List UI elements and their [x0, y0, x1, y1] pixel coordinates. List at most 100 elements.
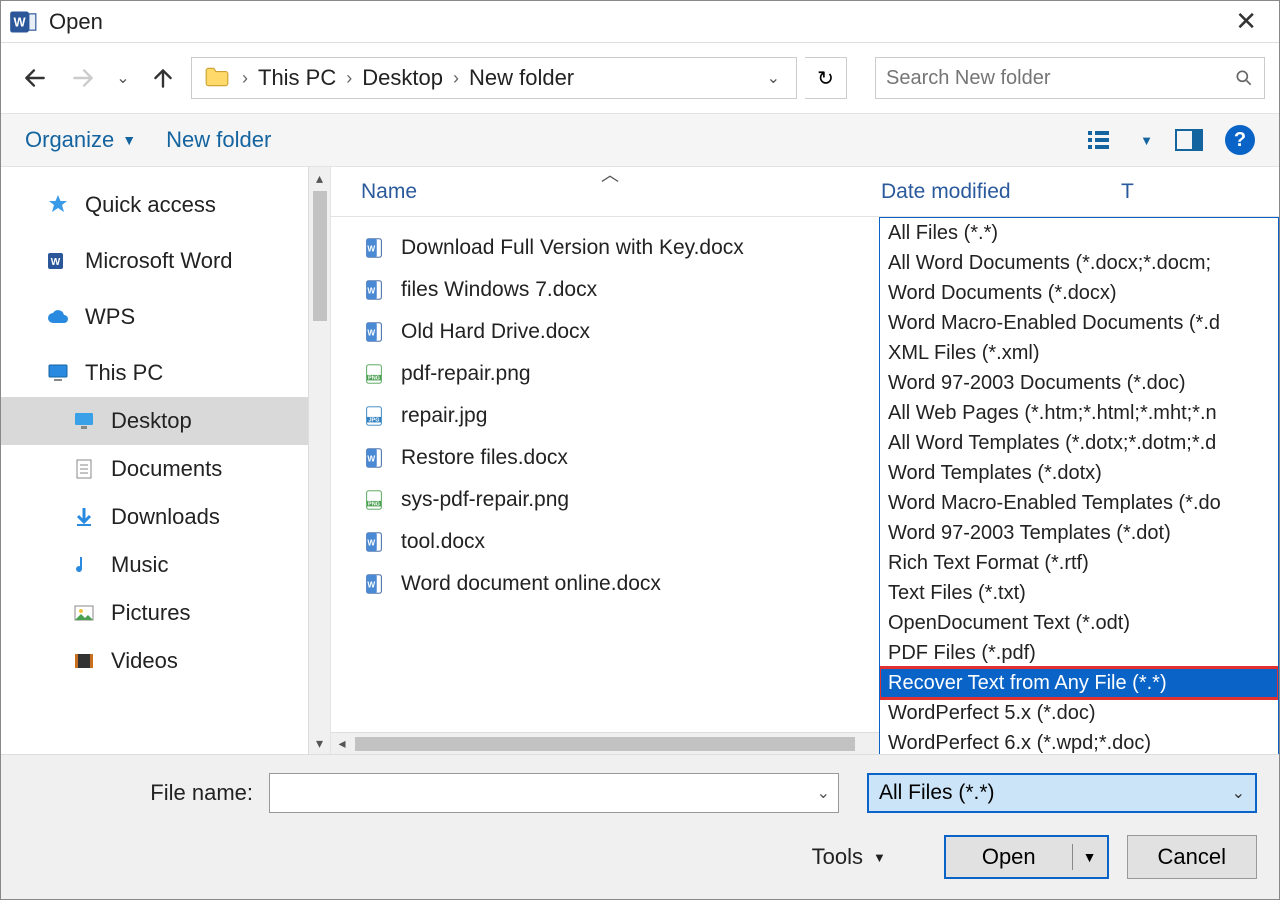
column-headers: ︿ Name Date modified T	[331, 167, 1279, 217]
down-icon	[71, 504, 97, 530]
sidebar-item-videos[interactable]: Videos	[1, 637, 330, 685]
column-date[interactable]: Date modified	[881, 180, 1011, 204]
png-file-icon: PNG	[361, 487, 387, 513]
organize-label: Organize	[25, 127, 114, 153]
organize-button[interactable]: Organize ▼	[25, 127, 136, 153]
filetype-option[interactable]: Rich Text Format (*.rtf)	[880, 548, 1278, 578]
filetype-option[interactable]: OpenDocument Text (*.odt)	[880, 608, 1278, 638]
desktop-icon	[71, 408, 97, 434]
back-button[interactable]	[15, 58, 55, 98]
column-name[interactable]: Name	[361, 180, 881, 204]
svg-text:W: W	[51, 257, 61, 268]
chevron-right-icon[interactable]: ›	[342, 68, 356, 89]
sidebar-item-downloads[interactable]: Downloads	[1, 493, 330, 541]
new-folder-label: New folder	[166, 127, 271, 153]
refresh-button[interactable]: ↻	[805, 57, 847, 99]
sidebar-item-documents[interactable]: Documents	[1, 445, 330, 493]
jpg-file-icon: JPG	[361, 403, 387, 429]
sidebar-item-wps[interactable]: WPS	[1, 293, 330, 341]
search-box[interactable]	[875, 57, 1265, 99]
music-icon	[71, 552, 97, 578]
filename-label: File name:	[23, 780, 253, 806]
sidebar-item-label: This PC	[85, 360, 163, 386]
chevron-right-icon[interactable]: ›	[449, 68, 463, 89]
sidebar-item-desktop[interactable]: Desktop	[1, 397, 330, 445]
sidebar-item-quick-access[interactable]: Quick access	[1, 181, 330, 229]
sidebar-scrollbar[interactable]: ▴ ▾	[308, 167, 330, 754]
preview-pane-icon[interactable]	[1175, 129, 1203, 151]
file-type-combo[interactable]: All Files (*.*) ⌄	[867, 773, 1257, 813]
up-button[interactable]	[143, 58, 183, 98]
sidebar: Quick access WMicrosoft Word WPS This PC Des…	[1, 167, 331, 754]
open-dialog: W Open ✕ ⌄ › This PC › Desktop › New fol…	[0, 0, 1280, 900]
filetype-option[interactable]: WordPerfect 5.x (*.doc)	[880, 698, 1278, 728]
file-name: Old Hard Drive.docx	[401, 320, 590, 344]
recent-dropdown-icon[interactable]: ⌄	[111, 58, 135, 98]
filetype-option[interactable]: WordPerfect 6.x (*.wpd;*.doc)	[880, 728, 1278, 754]
file-name: Download Full Version with Key.docx	[401, 236, 744, 260]
sidebar-item-label: Videos	[111, 648, 178, 674]
chevron-up-icon[interactable]: ︿	[601, 167, 619, 187]
help-icon[interactable]: ?	[1225, 125, 1255, 155]
address-bar[interactable]: › This PC › Desktop › New folder ⌄	[191, 57, 797, 99]
filetype-option[interactable]: Word Macro-Enabled Templates (*.do	[880, 488, 1278, 518]
file-name: repair.jpg	[401, 404, 487, 428]
breadcrumb-leaf[interactable]: New folder	[463, 65, 580, 91]
scroll-up-icon[interactable]: ▴	[309, 167, 330, 189]
sidebar-item-music[interactable]: Music	[1, 541, 330, 589]
sidebar-item-microsoft-word[interactable]: WMicrosoft Word	[1, 237, 330, 285]
chevron-down-icon: ▼	[122, 132, 136, 148]
sidebar-item-pictures[interactable]: Pictures	[1, 589, 330, 637]
docx-file-icon: W	[361, 529, 387, 555]
filename-input[interactable]: ⌄	[269, 773, 839, 813]
open-dropdown-icon[interactable]: ▼	[1073, 849, 1107, 865]
close-icon[interactable]: ✕	[1221, 6, 1271, 37]
footer: File name: ⌄ All Files (*.*) ⌄ Tools ▼ O…	[1, 754, 1279, 899]
filetype-option[interactable]: All Word Documents (*.docx;*.docm;	[880, 248, 1278, 278]
filetype-option[interactable]: Word 97-2003 Documents (*.doc)	[880, 368, 1278, 398]
filetype-option[interactable]: XML Files (*.xml)	[880, 338, 1278, 368]
docx-file-icon: W	[361, 277, 387, 303]
file-type-dropdown[interactable]: All Files (*.*)All Word Documents (*.doc…	[879, 217, 1279, 754]
sidebar-item-label: Downloads	[111, 504, 220, 530]
chevron-right-icon[interactable]: ›	[238, 68, 252, 89]
file-name: sys-pdf-repair.png	[401, 488, 569, 512]
filetype-option[interactable]: Word Documents (*.docx)	[880, 278, 1278, 308]
address-dropdown-icon[interactable]: ⌄	[757, 68, 790, 88]
chevron-down-icon[interactable]: ▼	[1140, 133, 1153, 148]
cancel-label: Cancel	[1158, 844, 1226, 870]
breadcrumb-desktop[interactable]: Desktop	[356, 65, 449, 91]
body: Quick access WMicrosoft Word WPS This PC Des…	[1, 167, 1279, 754]
open-button[interactable]: Open ▼	[944, 835, 1109, 879]
svg-text:W: W	[367, 539, 375, 548]
breadcrumb-root[interactable]: This PC	[252, 65, 342, 91]
filetype-option[interactable]: Recover Text from Any File (*.*)	[880, 668, 1278, 698]
filetype-option[interactable]: All Files (*.*)	[880, 218, 1278, 248]
file-name: tool.docx	[401, 530, 485, 554]
scroll-thumb[interactable]	[313, 191, 327, 321]
view-options-icon[interactable]	[1088, 129, 1118, 151]
svg-text:W: W	[13, 14, 26, 29]
filetype-option[interactable]: Word 97-2003 Templates (*.dot)	[880, 518, 1278, 548]
filetype-option[interactable]: Text Files (*.txt)	[880, 578, 1278, 608]
scroll-down-icon[interactable]: ▾	[309, 732, 330, 754]
scroll-left-icon[interactable]: ◂	[331, 735, 353, 752]
sidebar-item-this-pc[interactable]: This PC	[1, 349, 330, 397]
new-folder-button[interactable]: New folder	[166, 127, 271, 153]
chevron-down-icon: ▼	[873, 850, 886, 865]
filetype-option[interactable]: All Word Templates (*.dotx;*.dotm;*.d	[880, 428, 1278, 458]
filetype-option[interactable]: Word Templates (*.dotx)	[880, 458, 1278, 488]
column-type[interactable]: T	[1121, 180, 1134, 204]
search-icon	[1234, 68, 1254, 88]
forward-button[interactable]	[63, 58, 103, 98]
search-input[interactable]	[886, 67, 1234, 90]
filetype-option[interactable]: PDF Files (*.pdf)	[880, 638, 1278, 668]
tools-button[interactable]: Tools ▼	[812, 844, 886, 870]
chevron-down-icon[interactable]: ⌄	[817, 783, 830, 803]
scroll-thumb[interactable]	[355, 737, 855, 751]
svg-text:W: W	[367, 581, 375, 590]
cancel-button[interactable]: Cancel	[1127, 835, 1257, 879]
filetype-option[interactable]: Word Macro-Enabled Documents (*.d	[880, 308, 1278, 338]
file-name: Word document online.docx	[401, 572, 661, 596]
filetype-option[interactable]: All Web Pages (*.htm;*.html;*.mht;*.n	[880, 398, 1278, 428]
